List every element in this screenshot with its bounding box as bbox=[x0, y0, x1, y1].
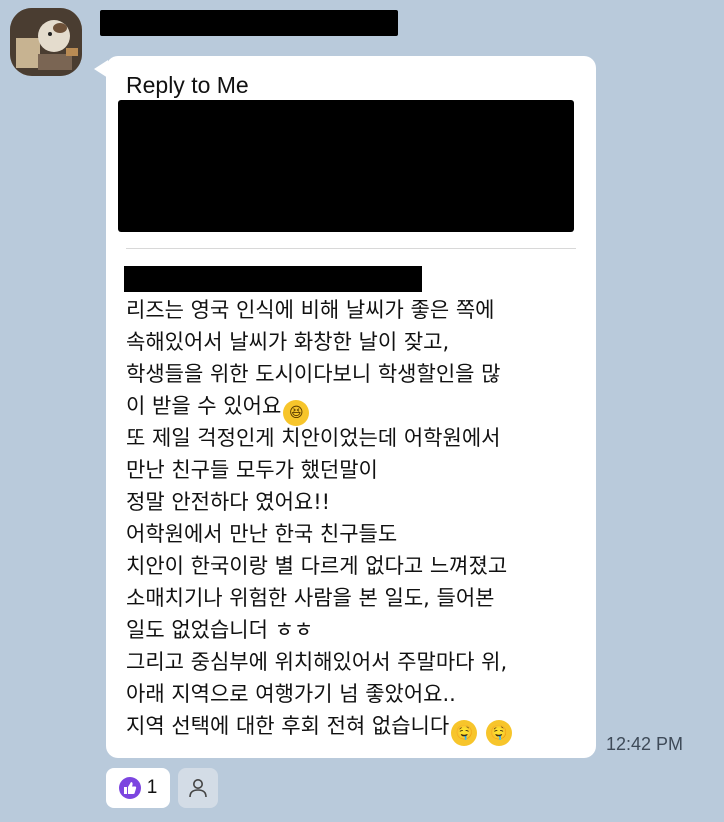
message-line: 또 제일 걱정인게 치안이었는데 어학원에서 bbox=[126, 426, 501, 450]
message-timestamp: 12:42 PM bbox=[606, 734, 684, 754]
message-line: 일도 없었습니더 ㅎㅎ bbox=[126, 618, 314, 642]
message-line: 아래 지역으로 여행가기 넘 좋았어요.. bbox=[126, 682, 456, 706]
message-line-with-emoji: 이 받을 수 있어요 😆 bbox=[126, 390, 586, 426]
message-text: 리즈는 영국 인식에 비해 날씨가 좋은 쪽에 속해있어서 날씨가 화창한 날이… bbox=[126, 294, 586, 746]
redacted-author-line bbox=[124, 266, 422, 292]
redacted-quoted-message[interactable] bbox=[118, 100, 574, 232]
message-bubble[interactable]: Reply to Me 리즈는 영국 인식에 비해 날씨가 좋은 쪽에 속해있어… bbox=[106, 56, 596, 758]
message-line: 학생들을 위한 도시이다보니 학생할인을 많 bbox=[126, 362, 501, 386]
thumbs-up-reaction-button[interactable]: 1 bbox=[106, 768, 170, 808]
reactors-button[interactable] bbox=[178, 768, 218, 808]
drooling-face-icon: 🤤 bbox=[451, 720, 478, 746]
message-line: 리즈는 영국 인식에 비해 날씨가 좋은 쪽에 bbox=[126, 298, 495, 322]
message-line: 그리고 중심부에 위치해있어서 주말마다 위, bbox=[126, 650, 508, 674]
reaction-count: 1 bbox=[146, 777, 158, 798]
person-icon bbox=[189, 779, 207, 798]
redacted-sender-name bbox=[100, 10, 398, 36]
reply-header[interactable]: Reply to Me bbox=[126, 72, 249, 99]
avatar-image bbox=[10, 8, 82, 76]
message-line: 속해있어서 날씨가 화창한 날이 잦고, bbox=[126, 330, 450, 354]
sender-avatar[interactable] bbox=[10, 8, 82, 76]
message-line-with-emoji: 지역 선택에 대한 후회 전혀 없습니다 🤤 🤤 bbox=[126, 710, 586, 746]
message-line: 정말 안전하다 였어요!! bbox=[126, 490, 331, 514]
thumbs-up-icon bbox=[118, 777, 141, 799]
message-line-text: 이 받을 수 있어요 bbox=[126, 394, 282, 418]
message-line: 치안이 한국이랑 별 다르게 없다고 느껴졌고 bbox=[126, 554, 508, 578]
message-line: 소매치기나 위험한 사람을 본 일도, 들어본 bbox=[126, 586, 495, 610]
reply-divider bbox=[126, 248, 576, 249]
message-line: 만난 친구들 모두가 했던말이 bbox=[126, 458, 378, 482]
message-line-text: 지역 선택에 대한 후회 전혀 없습니다 bbox=[126, 714, 450, 738]
message-line: 어학원에서 만난 한국 친구들도 bbox=[126, 522, 398, 546]
drooling-face-icon: 🤤 bbox=[485, 720, 512, 746]
